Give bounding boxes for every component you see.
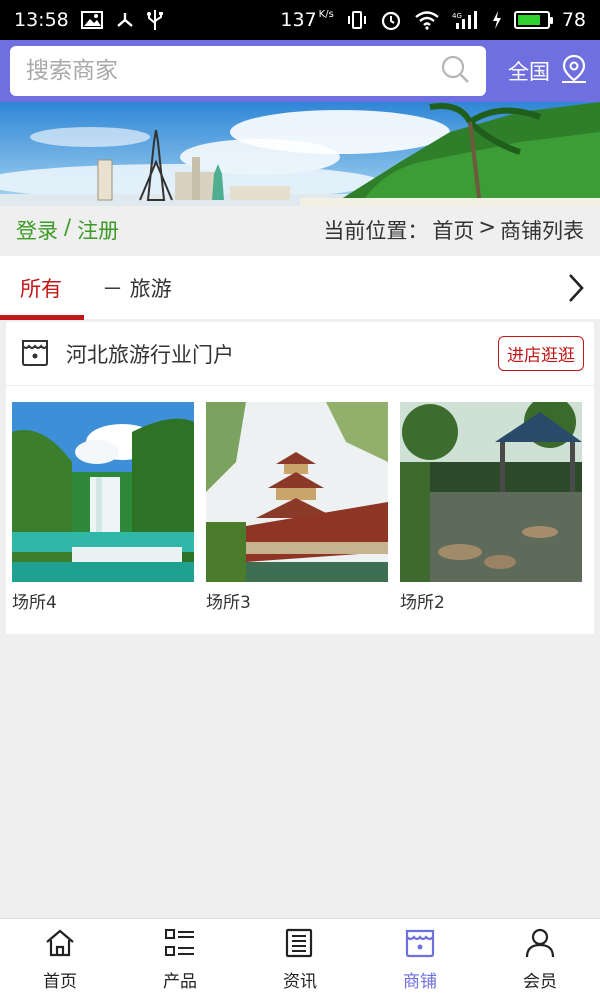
shop-item[interactable]: 场所4 xyxy=(12,402,194,613)
battery-level: 78 xyxy=(561,9,586,31)
network-speed: 137 K/s xyxy=(280,9,334,31)
nav-home[interactable]: 首页 xyxy=(0,919,120,1000)
store-icon xyxy=(404,928,436,963)
nav-products-label: 产品 xyxy=(163,971,197,992)
search-input[interactable] xyxy=(26,58,440,84)
auth-separator: / xyxy=(64,215,72,239)
alarm-icon xyxy=(380,9,402,31)
region-label: 全国 xyxy=(508,60,550,84)
shop-card-header: 河北旅游行业门户 进店逛逛 xyxy=(6,322,594,386)
shop-thumbnails: 场所4 场所3 场所2 xyxy=(6,386,594,613)
tab-all[interactable]: 所有 xyxy=(0,256,84,320)
nav-news-label: 资讯 xyxy=(283,971,317,992)
wifi-icon xyxy=(414,10,440,30)
auth-links: 登录 / 注册 xyxy=(16,215,119,245)
location-pin-icon xyxy=(560,54,588,89)
tab-travel-label: － 旅游 xyxy=(102,276,172,301)
breadcrumb: 当前位置： 首页 > 商铺列表 xyxy=(323,215,584,245)
nav-home-label: 首页 xyxy=(43,971,77,992)
banner-image[interactable] xyxy=(0,102,600,206)
nav-news[interactable]: 资讯 xyxy=(240,919,360,1000)
nav-member-label: 会员 xyxy=(523,971,557,992)
region-selector[interactable]: 全国 xyxy=(486,54,588,89)
shop-item-label: 场所3 xyxy=(206,593,251,613)
breadcrumb-label: 当前位置： xyxy=(323,219,429,243)
tab-all-label: 所有 xyxy=(20,276,62,301)
list-icon xyxy=(164,928,196,963)
pond-pavilion-image[interactable] xyxy=(400,402,582,582)
category-tabs: 所有 － 旅游 xyxy=(0,256,600,320)
shop-item-label: 场所2 xyxy=(400,593,445,613)
svg-text:4G: 4G xyxy=(452,12,462,20)
shop-item[interactable]: 场所2 xyxy=(400,402,582,613)
nav-stores[interactable]: 商铺 xyxy=(360,919,480,1000)
image-notification-icon xyxy=(80,11,103,29)
search-icon[interactable] xyxy=(440,54,470,88)
store-icon xyxy=(20,337,50,371)
header: 全国 xyxy=(0,40,600,102)
charging-icon xyxy=(492,11,502,29)
tab-travel[interactable]: － 旅游 xyxy=(82,256,192,320)
nav-products[interactable]: 产品 xyxy=(120,919,240,1000)
register-link[interactable]: 注册 xyxy=(77,215,119,245)
location-bar: 登录 / 注册 当前位置： 首页 > 商铺列表 xyxy=(0,206,600,254)
shop-card: 河北旅游行业门户 进店逛逛 场所4 场所3 场所2 xyxy=(6,322,594,634)
chevron-right-icon[interactable] xyxy=(566,272,586,308)
breadcrumb-current: 商铺列表 xyxy=(500,219,584,243)
share-notification-icon xyxy=(115,10,135,30)
breadcrumb-home[interactable]: 首页 xyxy=(432,215,474,245)
breadcrumb-arrow: > xyxy=(478,215,496,239)
status-bar: 13:58 137 K/s 4G 78 xyxy=(0,0,600,40)
nav-stores-label: 商铺 xyxy=(403,971,437,992)
enter-store-button[interactable]: 进店逛逛 xyxy=(498,336,584,371)
shop-item[interactable]: 场所3 xyxy=(206,402,388,613)
search-box[interactable] xyxy=(10,46,486,96)
user-icon xyxy=(524,928,556,963)
home-icon xyxy=(44,928,76,963)
pagoda-bridge-image[interactable] xyxy=(206,402,388,582)
vibrate-icon xyxy=(346,10,368,30)
bottom-nav: 首页 产品 资讯 商铺 会员 xyxy=(0,918,600,1000)
status-time: 13:58 xyxy=(14,9,69,31)
waterfall-image[interactable] xyxy=(12,402,194,582)
signal-icon: 4G xyxy=(452,10,480,30)
login-link[interactable]: 登录 xyxy=(16,215,58,245)
usb-icon xyxy=(146,9,163,31)
shop-item-label: 场所4 xyxy=(12,593,57,613)
news-icon xyxy=(284,928,316,963)
battery-icon xyxy=(513,11,553,29)
nav-member[interactable]: 会员 xyxy=(480,919,600,1000)
shop-name[interactable]: 河北旅游行业门户 xyxy=(66,339,498,369)
